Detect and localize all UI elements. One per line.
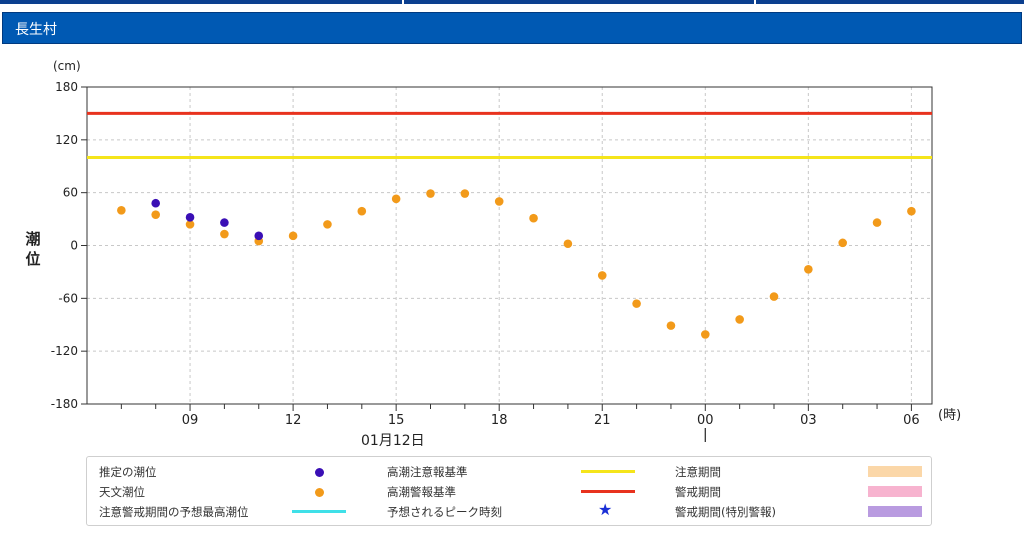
y-unit-label: (cm) — [53, 59, 81, 73]
legend-label-warning-period: 警戒期間 — [675, 485, 721, 499]
data-point — [597, 271, 607, 280]
data-point — [323, 220, 332, 229]
data-point — [220, 218, 229, 227]
data-point — [838, 238, 847, 248]
star-icon: ★ — [598, 500, 613, 519]
legend-label-advisory-level: 高潮注意報基準 — [387, 465, 468, 479]
data-point — [357, 206, 367, 216]
data-point — [872, 218, 882, 227]
x-tick-label: 12 — [285, 413, 302, 428]
x-tick-label: 15 — [388, 413, 405, 428]
data-point — [769, 292, 779, 301]
legend-label-max-forecast: 注意警戒期間の予想最高潮位 — [99, 505, 249, 519]
legend-dot-estimated — [315, 468, 324, 477]
y-tick-label: 180 — [55, 80, 78, 94]
legend-line-warning-level — [581, 490, 635, 493]
legend-swatch-advisory-period — [868, 466, 922, 477]
legend-swatch-special-warning-period — [868, 506, 922, 517]
legend-line-max-forecast — [292, 510, 346, 513]
legend-label-estimated: 推定の潮位 — [99, 465, 157, 479]
y-tick-label: -180 — [51, 397, 78, 411]
legend-line-advisory-level — [581, 470, 635, 473]
legend-label-special-warning-period: 警戒期間(特別警報) — [675, 505, 776, 519]
legend: 推定の潮位 天文潮位 注意警戒期間の予想最高潮位 高潮注意報基準 高潮警報基準 … — [86, 456, 932, 526]
y-tick-label: 60 — [63, 186, 78, 200]
x-tick-label: 09 — [182, 413, 199, 428]
x-tick-label: 00 — [697, 413, 714, 428]
legend-label-peak-time: 予想されるピーク時刻 — [387, 505, 502, 519]
legend-dot-astronomical — [315, 488, 324, 497]
legend-label-warning-level: 高潮警報基準 — [387, 485, 456, 499]
x-tick-label: 21 — [594, 413, 611, 428]
date-label: 01月12日 — [361, 433, 425, 449]
data-point — [254, 231, 264, 241]
x-unit-label: (時) — [938, 408, 961, 423]
data-point — [460, 189, 470, 198]
legend-label-astronomical: 天文潮位 — [99, 485, 145, 499]
legend-label-advisory-period: 注意期間 — [675, 465, 721, 479]
y-axis-label: 潮 — [25, 230, 40, 248]
data-point — [220, 229, 229, 239]
data-point — [151, 210, 160, 219]
data-point — [151, 198, 160, 208]
data-point — [494, 197, 504, 206]
data-point — [804, 264, 813, 274]
data-point — [117, 205, 126, 215]
y-tick-label: 120 — [55, 133, 78, 147]
x-tick-label: 06 — [903, 413, 920, 428]
data-point — [563, 239, 573, 249]
y-tick-label: 0 — [70, 239, 78, 253]
data-point — [666, 321, 676, 330]
data-point — [426, 189, 435, 198]
y-tick-label: -120 — [51, 344, 78, 358]
x-tick-label: 18 — [491, 413, 508, 428]
data-point — [288, 231, 298, 241]
data-point — [391, 194, 401, 204]
data-point — [632, 299, 641, 308]
data-point — [701, 330, 710, 339]
x-tick-label: 03 — [800, 413, 817, 428]
data-point — [185, 213, 195, 222]
data-point — [907, 206, 916, 216]
y-tick-label: -60 — [58, 291, 78, 305]
legend-swatch-warning-period — [868, 486, 922, 497]
y-axis-label: 位 — [25, 250, 40, 268]
data-point — [735, 315, 744, 324]
data-point — [529, 213, 538, 223]
